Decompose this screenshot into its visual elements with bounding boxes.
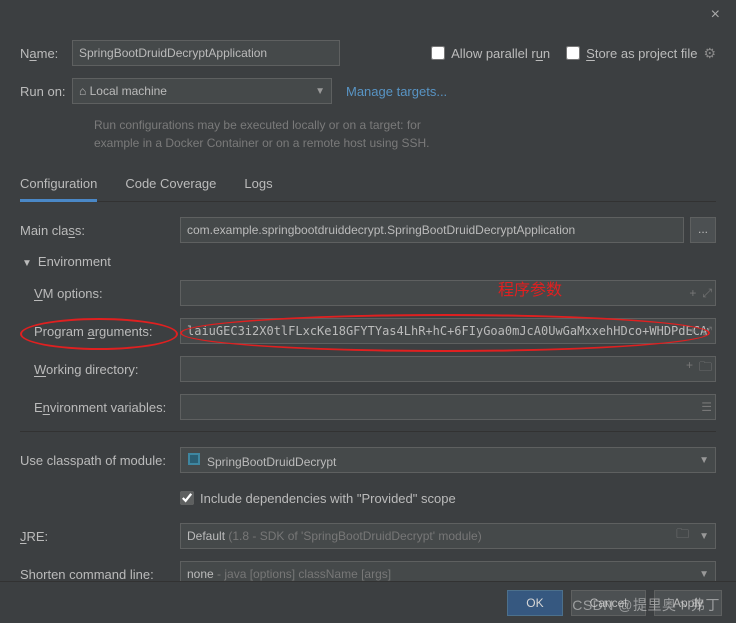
program-arguments-label: Program arguments: <box>20 324 180 339</box>
tab-code-coverage[interactable]: Code Coverage <box>125 170 216 201</box>
jre-row: JRE: Default (1.8 - SDK of 'SpringBootDr… <box>20 522 716 550</box>
include-provided-row: Include dependencies with "Provided" sco… <box>20 484 716 512</box>
store-project-checkbox[interactable]: Store as project file <box>566 46 697 61</box>
apply-button[interactable]: Apply <box>654 590 722 616</box>
run-target-combo[interactable]: ⌂ Local machine ▼ <box>72 78 332 104</box>
dialog-content: Name: Allow parallel run Store as projec… <box>0 30 736 588</box>
vm-options-label: VM options: <box>20 286 180 301</box>
jre-combo[interactable]: Default (1.8 - SDK of 'SpringBootDruidDe… <box>180 523 716 549</box>
browse-main-class-button[interactable]: ... <box>690 217 716 243</box>
name-input[interactable] <box>72 40 340 66</box>
include-provided-checkbox[interactable]: Include dependencies with "Provided" sco… <box>180 491 456 506</box>
store-project-box[interactable] <box>566 46 580 60</box>
include-provided-box[interactable] <box>180 491 194 505</box>
chevron-down-icon: ▼ <box>315 86 325 97</box>
chevron-down-icon: ▼ <box>22 258 32 269</box>
button-bar: OK Cancel Apply <box>0 581 736 623</box>
expand-icon[interactable]: ⤢ <box>702 324 712 339</box>
close-icon[interactable]: × <box>703 6 728 24</box>
use-classpath-combo[interactable]: SpringBootDruidDecrypt ▼ <box>180 447 716 473</box>
main-class-input[interactable] <box>180 217 684 243</box>
tabs: Configuration Code Coverage Logs <box>20 170 716 202</box>
shorten-label: Shorten command line: <box>20 567 180 582</box>
main-class-label: Main class: <box>20 223 180 238</box>
program-arguments-input[interactable] <box>180 318 716 344</box>
run-hint: Run configurations may be executed local… <box>94 116 716 152</box>
gear-icon[interactable]: ⚙ <box>703 45 716 62</box>
environment-section-header[interactable]: ▼Environment <box>22 254 716 269</box>
env-vars-row: Environment variables: ☰ <box>20 393 716 421</box>
home-icon: ⌂ <box>79 84 86 98</box>
run-on-label: Run on: <box>20 84 72 99</box>
allow-parallel-checkbox[interactable]: Allow parallel run <box>431 46 550 61</box>
run-on-row: Run on: ⌂ Local machine ▼ Manage targets… <box>20 78 716 104</box>
tab-logs[interactable]: Logs <box>244 170 272 201</box>
separator <box>20 431 716 432</box>
folder-icon[interactable]: 🗀 <box>699 358 712 380</box>
use-classpath-label: Use classpath of module: <box>20 453 180 468</box>
use-classpath-row: Use classpath of module: SpringBootDruid… <box>20 446 716 474</box>
program-arguments-row: Program arguments: + ⤢ <box>20 317 716 345</box>
folder-icon[interactable]: 🗀 <box>676 525 689 547</box>
ok-button[interactable]: OK <box>507 590 562 616</box>
env-vars-input[interactable] <box>180 394 716 420</box>
chevron-down-icon: ▼ <box>699 455 709 466</box>
chevron-down-icon: ▼ <box>699 531 709 542</box>
vm-options-input[interactable] <box>180 280 716 306</box>
titlebar: × <box>0 0 736 30</box>
working-directory-row: Working directory: + 🗀 <box>20 355 716 383</box>
manage-targets-link[interactable]: Manage targets... <box>346 84 447 99</box>
env-vars-label: Environment variables: <box>20 400 180 415</box>
expand-icon[interactable]: ⤢ <box>702 286 712 301</box>
jre-label: JRE: <box>20 529 180 544</box>
list-icon[interactable]: ☰ <box>701 400 712 414</box>
chevron-down-icon: ▼ <box>699 569 709 580</box>
plus-icon[interactable]: + <box>689 324 696 339</box>
main-class-row: Main class: ... <box>20 216 716 244</box>
working-directory-input[interactable] <box>180 356 716 382</box>
cancel-button[interactable]: Cancel <box>571 590 646 616</box>
working-directory-label: Working directory: <box>20 362 180 377</box>
name-label: Name: <box>20 46 72 61</box>
tab-configuration[interactable]: Configuration <box>20 170 97 202</box>
name-row: Name: Allow parallel run Store as projec… <box>20 40 716 66</box>
allow-parallel-box[interactable] <box>431 46 445 60</box>
vm-options-row: VM options: + ⤢ <box>20 279 716 307</box>
plus-icon[interactable]: + <box>686 358 693 380</box>
plus-icon[interactable]: + <box>689 286 696 301</box>
module-icon <box>187 452 201 466</box>
